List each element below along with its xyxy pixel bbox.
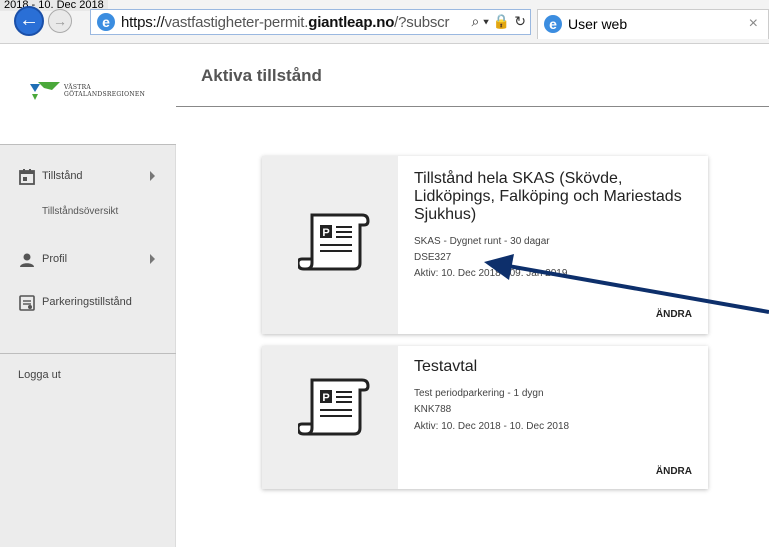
url-protocol: https://	[121, 14, 165, 31]
tab-title: User web	[568, 16, 628, 32]
calendar-icon	[19, 169, 35, 185]
sidebar-item-parkeringstillstand[interactable]: Parkeringstillstånd	[0, 292, 176, 316]
parking-permit-icon: P	[298, 213, 370, 271]
card-subtitle: Test periodparkering - 1 dygn	[414, 388, 544, 399]
address-tools[interactable]: ⌕ ▾ 🔒 ↻	[471, 13, 526, 30]
sidebar-divider	[0, 353, 176, 354]
url-path: /?subscr	[394, 14, 450, 31]
address-bar[interactable]: e https://vastfastigheter-permit.giantle…	[90, 9, 531, 35]
caret-right-icon	[150, 254, 155, 264]
logo-area: VÄSTRA GÖTALANDSREGIONEN	[0, 44, 176, 144]
card-plate: KNK788	[414, 404, 452, 415]
browser-tab[interactable]: e User web ×	[537, 9, 769, 39]
url-subdomain: vastfastigheter-permit.	[164, 14, 309, 31]
person-icon	[20, 253, 34, 267]
title-divider	[176, 106, 769, 107]
card-active-period: Aktiv: 10. Dec 2018 - 10. Dec 2018	[414, 421, 570, 432]
logo-text: VÄSTRA GÖTALANDSREGIONEN	[64, 84, 145, 98]
sidebar-subitem-tillstandsoversikt[interactable]: Tillståndsöversikt	[42, 206, 118, 217]
sidebar-item-tillstand[interactable]: Tillstånd	[0, 166, 176, 190]
vgr-logo-icon	[30, 82, 60, 100]
edit-button[interactable]: ÄNDRA	[656, 309, 692, 320]
permit-doc-icon	[19, 295, 35, 311]
sidebar-item-profil[interactable]: Profil	[0, 249, 176, 273]
sidebar-divider	[0, 144, 176, 145]
sidebar-item-label: Profil	[42, 253, 68, 265]
edit-button[interactable]: ÄNDRA	[656, 466, 692, 477]
arrow-left-icon: ←	[19, 9, 39, 31]
close-tab-icon[interactable]: ×	[749, 15, 758, 33]
card-plate: DSE327	[414, 252, 452, 263]
card-subtitle: SKAS - Dygnet runt - 30 dagar	[414, 236, 550, 247]
page-title: Aktiva tillstånd	[201, 66, 322, 85]
ie-icon: e	[97, 13, 115, 31]
sidebar: VÄSTRA GÖTALANDSREGIONEN Tillstånd Tills…	[0, 44, 176, 547]
card-icon-panel: P	[262, 156, 398, 334]
caret-right-icon	[150, 171, 155, 181]
parking-permit-icon: P	[298, 378, 370, 436]
sidebar-item-label: Parkeringstillstånd	[42, 296, 132, 308]
browser-toolbar: 2018 - 10. Dec 2018 ← → e https://vastfa…	[0, 0, 769, 44]
url-text[interactable]: https://vastfastigheter-permit.giantleap…	[121, 14, 449, 31]
back-button[interactable]: ←	[14, 6, 44, 36]
card-title: Tillstånd hela SKAS (Skövde, Lidköpings,…	[414, 170, 682, 223]
arrow-right-icon: →	[53, 13, 67, 29]
card-active-period: Aktiv: 10. Dec 2018 - 09. Jan 2019	[414, 268, 568, 279]
permit-card[interactable]: P Testavtal Test periodparkering - 1 dyg…	[262, 346, 708, 489]
sidebar-item-label: Tillstånd	[42, 170, 83, 182]
permit-card[interactable]: P Tillstånd hela SKAS (Skövde, Lidköping…	[262, 156, 708, 334]
svg-text:P: P	[322, 392, 329, 404]
logo-line-1: VÄSTRA	[64, 84, 92, 91]
svg-text:P: P	[322, 227, 329, 239]
card-icon-panel: P	[262, 346, 398, 489]
forward-button[interactable]: →	[48, 9, 72, 33]
logo-line-2: GÖTALANDSREGIONEN	[64, 91, 146, 98]
card-title: Testavtal	[414, 358, 478, 375]
logout-link[interactable]: Logga ut	[18, 369, 61, 381]
ie-tab-icon: e	[544, 15, 562, 33]
url-domain: giantleap.no	[308, 14, 395, 31]
